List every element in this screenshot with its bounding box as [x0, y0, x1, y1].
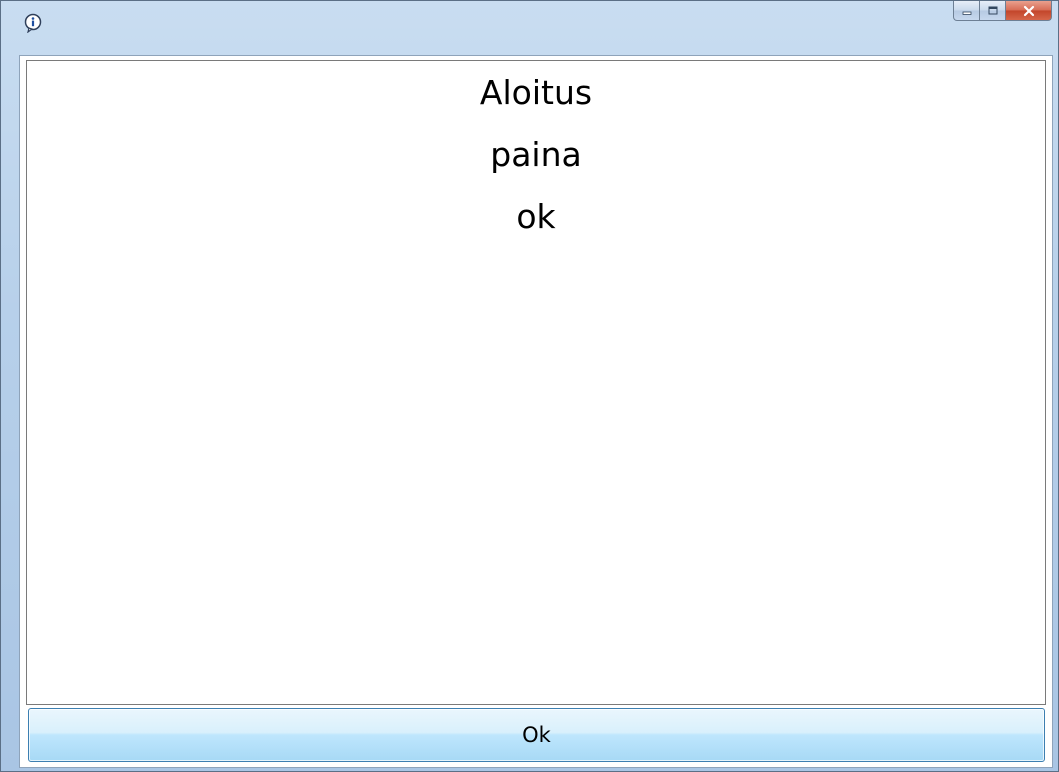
message-line-2: paina [490, 135, 582, 174]
close-button[interactable] [1006, 1, 1052, 21]
message-line-1: Aloitus [479, 73, 593, 112]
title-bar[interactable] [1, 1, 1058, 55]
info-icon[interactable] [23, 13, 43, 34]
maximize-icon [988, 6, 997, 14]
maximize-button[interactable] [980, 1, 1006, 21]
close-icon [1023, 5, 1034, 16]
message-line-3: ok [516, 197, 556, 236]
window-controls [953, 1, 1052, 23]
client-area: Aloitus paina ok Ok [19, 55, 1053, 768]
minimize-button[interactable] [953, 1, 980, 21]
ok-button[interactable]: Ok [28, 708, 1045, 762]
message-panel: Aloitus paina ok [26, 60, 1046, 705]
app-window: Aloitus paina ok Ok [0, 0, 1059, 772]
minimize-icon [962, 11, 971, 15]
